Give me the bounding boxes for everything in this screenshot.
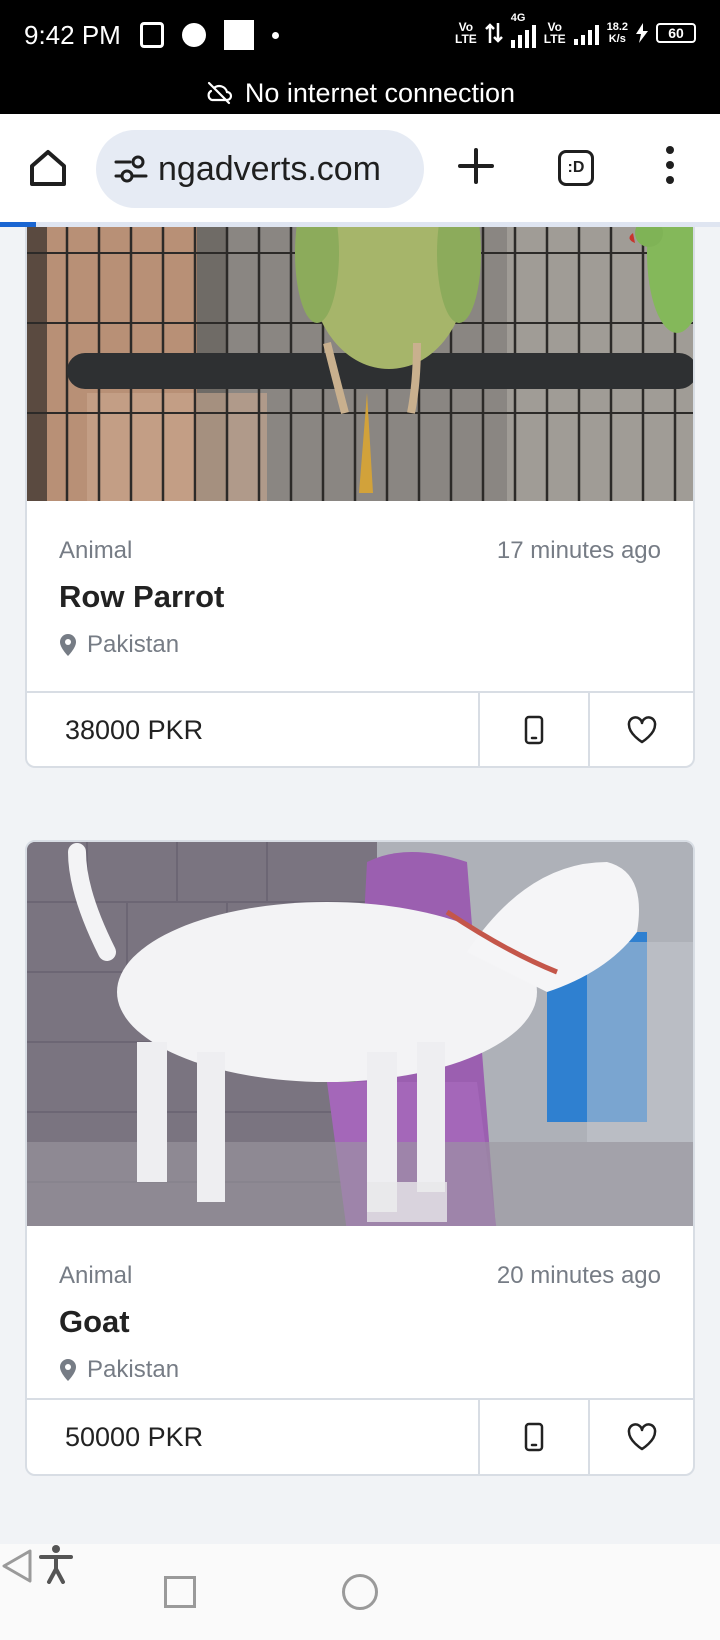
volte-label-1: Vo LTE <box>455 20 477 46</box>
listing-details: Animal 17 minutes ago Row Parrot Pakista… <box>27 501 693 691</box>
network-speed: 18.2 K/s <box>607 21 628 45</box>
listing-card[interactable]: Animal 17 minutes ago Row Parrot Pakista… <box>25 227 695 768</box>
listing-time: 17 minutes ago <box>496 537 661 564</box>
goat-photo <box>27 842 693 1226</box>
location-pin-icon <box>60 634 76 656</box>
cloud-off-icon <box>207 81 232 105</box>
recents-button[interactable] <box>164 1576 196 1608</box>
listing-price: 50000 PKR <box>65 1421 204 1452</box>
new-tab-icon[interactable] <box>456 146 496 186</box>
location-pin-icon <box>60 1359 76 1381</box>
url-text[interactable]: ngadverts.com <box>158 150 381 189</box>
listing-card[interactable]: Animal 20 minutes ago Goat Pakistan 5000… <box>25 840 695 1476</box>
home-button[interactable] <box>342 1574 378 1610</box>
signal-2-icon <box>573 21 599 45</box>
browser-menu-icon[interactable] <box>664 146 676 190</box>
call-button[interactable] <box>478 1400 588 1474</box>
listing-footer: 50000 PKR <box>27 1398 693 1474</box>
menu-dot <box>666 161 674 169</box>
listing-location: Pakistan <box>59 1356 179 1384</box>
listing-title[interactable]: Row Parrot <box>59 579 224 615</box>
listing-time: 20 minutes ago <box>496 1262 661 1289</box>
notification-media-icon <box>182 23 206 47</box>
notification-icons <box>140 20 279 50</box>
browser-toolbar: ngadverts.com :D <box>0 114 720 222</box>
phone-icon <box>524 1422 544 1452</box>
listing-location: Pakistan <box>59 631 179 659</box>
notification-app-icon <box>140 22 164 48</box>
listing-image[interactable] <box>27 227 693 501</box>
data-arrows-icon <box>484 23 503 43</box>
network-gen-label: 4G <box>510 12 526 24</box>
address-bar[interactable]: ngadverts.com <box>96 130 424 208</box>
battery-indicator: 60 <box>656 23 696 43</box>
listing-title[interactable]: Goat <box>59 1304 130 1340</box>
status-time: 9:42 PM <box>24 20 121 50</box>
listing-category: Animal <box>59 1262 133 1289</box>
system-navigation-bar <box>0 1544 720 1640</box>
system-icons: Vo LTE 4G Vo LTE 18.2 K/s 60 <box>455 12 696 48</box>
tab-switcher-button[interactable]: :D <box>558 150 594 186</box>
charging-icon <box>636 23 648 43</box>
network-speed-unit: K/s <box>608 33 626 45</box>
phone-icon <box>524 715 544 745</box>
notification-image-icon <box>224 20 254 50</box>
favorite-button[interactable] <box>588 1400 693 1474</box>
accessibility-button[interactable] <box>38 1544 74 1584</box>
home-icon[interactable] <box>26 146 70 190</box>
network-speed-value: 18.2 <box>606 21 628 33</box>
listings-feed[interactable]: Animal 17 minutes ago Row Parrot Pakista… <box>0 227 720 1544</box>
call-button[interactable] <box>478 693 588 766</box>
offline-banner: No internet connection <box>0 72 720 114</box>
favorite-button[interactable] <box>588 693 693 766</box>
listing-image[interactable] <box>27 842 693 1226</box>
parrot-photo <box>27 227 693 501</box>
listing-details: Animal 20 minutes ago Goat Pakistan <box>27 1226 693 1416</box>
listing-category: Animal <box>59 537 133 564</box>
menu-dot <box>666 176 674 184</box>
heart-icon <box>627 716 656 744</box>
listing-location-text: Pakistan <box>87 1356 180 1383</box>
listing-footer: 38000 PKR <box>27 691 693 766</box>
more-notifications-icon <box>272 31 279 39</box>
status-bar: 9:42 PM Vo LTE 4G Vo LTE 18.2 K/s 60 <box>0 0 720 72</box>
site-settings-icon[interactable] <box>114 154 148 184</box>
offline-banner-text: No internet connection <box>244 77 516 108</box>
menu-dot <box>666 146 674 154</box>
signal-1-icon <box>510 24 536 48</box>
listing-price: 38000 PKR <box>65 714 204 745</box>
volte-label-2: Vo LTE <box>543 20 566 46</box>
listing-location-text: Pakistan <box>87 631 180 658</box>
back-button[interactable] <box>0 1548 34 1584</box>
heart-icon <box>627 1423 656 1451</box>
